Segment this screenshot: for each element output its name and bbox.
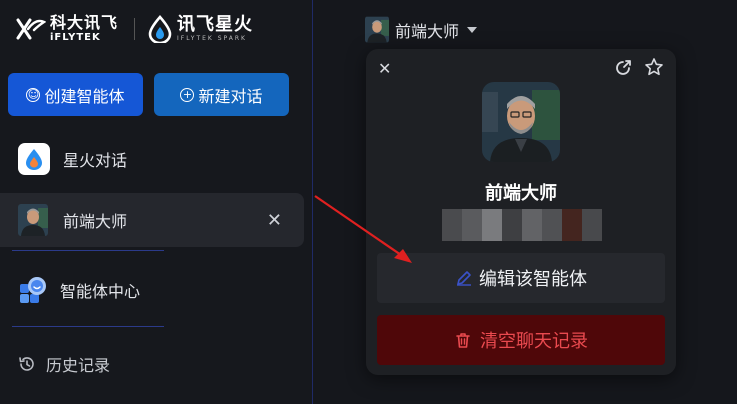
iflytek-cn-text: 科大讯飞 <box>50 13 119 32</box>
agent-avatar <box>18 204 48 236</box>
spark-logo-icon <box>148 15 172 43</box>
iflytek-en-text: iFLYTEK <box>50 32 101 43</box>
clear-history-button[interactable]: 清空聊天记录 <box>377 315 665 365</box>
agent-hub-icon <box>20 277 46 303</box>
sidebar-item-history[interactable]: 历史记录 <box>0 350 304 378</box>
sidebar: 科大讯飞 iFLYTEK 讯飞星火 IFLYTEK SPARK ☺ 创建智能体 … <box>0 0 313 404</box>
sidebar-item-agent-active[interactable]: 前端大师 ✕ <box>0 193 304 247</box>
agent-card-title: 前端大师 <box>485 183 557 204</box>
logo-divider <box>134 18 136 40</box>
agent-avatar <box>365 16 389 43</box>
new-chat-button[interactable]: + 新建对话 <box>154 73 289 116</box>
sidebar-item-agent-hub[interactable]: 智能体中心 <box>0 272 304 308</box>
agent-name: 前端大师 <box>395 21 460 41</box>
close-icon[interactable]: ✕ <box>267 210 282 231</box>
agent-selector[interactable]: 前端大师 <box>365 16 478 43</box>
agent-smile-icon: ☺ <box>26 87 41 102</box>
brand-logos: 科大讯飞 iFLYTEK 讯飞星火 IFLYTEK SPARK <box>16 14 253 44</box>
star-icon[interactable] <box>644 57 664 77</box>
trash-icon <box>456 333 470 348</box>
create-agent-label: 创建智能体 <box>44 86 125 106</box>
plus-icon: + <box>180 87 195 102</box>
history-icon <box>19 357 34 371</box>
edit-agent-label: 编辑该智能体 <box>479 269 587 290</box>
sidebar-item-label: 智能体中心 <box>60 282 141 301</box>
clear-history-label: 清空聊天记录 <box>480 331 588 352</box>
iflytek-logo[interactable]: 科大讯飞 iFLYTEK <box>16 15 118 43</box>
create-agent-button[interactable]: ☺ 创建智能体 <box>8 73 143 116</box>
sidebar-item-label: 星火对话 <box>63 151 128 170</box>
sidebar-item-label: 历史记录 <box>46 356 111 375</box>
spark-chat-icon <box>18 143 50 175</box>
close-icon[interactable]: ✕ <box>378 59 391 78</box>
spark-logo[interactable]: 讯飞星火 IFLYTEK SPARK <box>147 15 253 43</box>
sidebar-divider <box>12 326 164 327</box>
share-icon[interactable] <box>614 59 632 77</box>
agent-description-blurred <box>442 209 602 241</box>
agent-avatar-large <box>482 82 560 162</box>
edit-agent-button[interactable]: 编辑该智能体 <box>377 253 665 303</box>
agent-card-popup: ✕ 前端大师 编辑该智能体 清空聊天记录 <box>366 49 676 375</box>
spark-cn-text: 讯飞星火 <box>177 14 254 35</box>
spark-en-text: IFLYTEK SPARK <box>177 35 247 42</box>
caret-down-icon <box>467 26 478 33</box>
sidebar-item-spark-chat[interactable]: 星火对话 <box>0 140 304 178</box>
sidebar-item-label: 前端大师 <box>63 212 128 231</box>
iflytek-mark-icon <box>16 18 46 40</box>
sidebar-divider <box>12 250 164 251</box>
new-chat-label: 新建对话 <box>198 86 263 106</box>
pen-icon <box>457 271 471 286</box>
